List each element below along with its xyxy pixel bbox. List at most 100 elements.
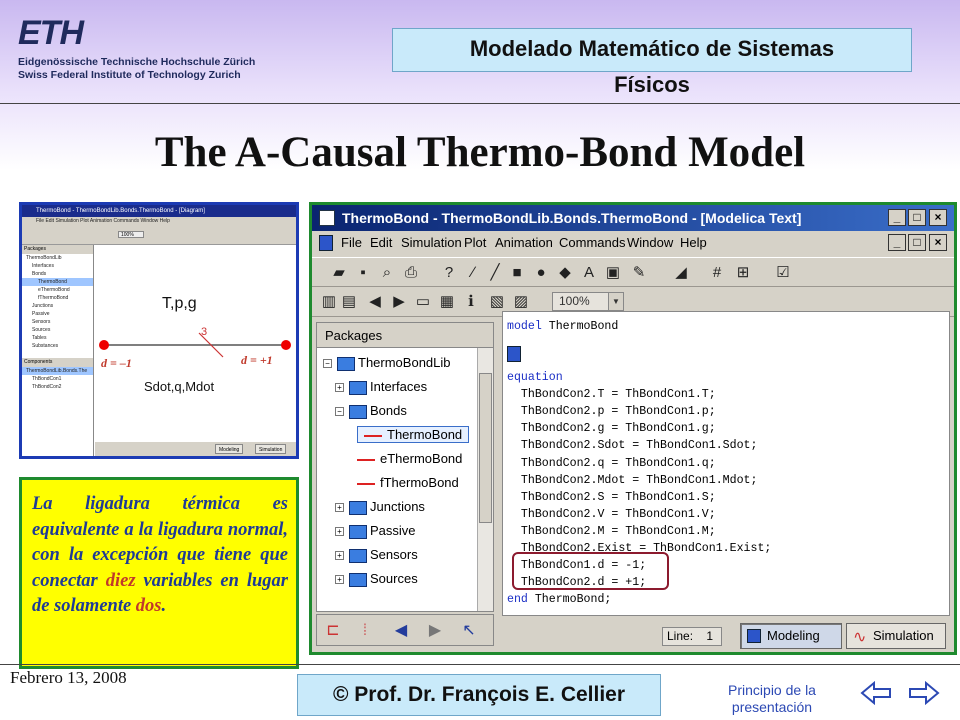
tree-item-passive[interactable]: + Passive [335,519,416,543]
equation-layer-icon[interactable]: ▨ [512,293,530,311]
print-icon[interactable]: ⎙ [402,264,420,282]
collapse-icon[interactable]: − [323,359,332,368]
navigation-arrows [860,681,940,705]
menu-simulation[interactable]: Simulation [401,231,462,255]
whats-this-icon[interactable]: ? [440,264,458,282]
polyline-tool-icon[interactable]: ╱ [486,264,504,282]
tree-item-sensors[interactable]: + Sensors [335,543,418,567]
menu-commands[interactable]: Commands [559,231,625,255]
find-icon[interactable]: ⌕ [378,264,396,282]
line-color-icon[interactable]: ✎ [630,264,648,282]
tree-item-bonds[interactable]: − Bonds [335,399,407,423]
expand-icon[interactable]: + [335,551,344,560]
expand-icon[interactable]: + [335,503,344,512]
tree-item-thermobondlib[interactable]: − ThermoBondLib [323,351,451,375]
menu-help[interactable]: Help [680,231,707,255]
tree-item-interfaces[interactable]: + Interfaces [335,375,427,399]
tree-item-thermobond[interactable]: ThermoBond [357,423,470,447]
diagram-tree-item[interactable]: Tables [22,334,93,342]
diagram-component-item[interactable]: ThBondCon1 [22,375,93,383]
tree-item-ethermobond[interactable]: eThermoBond [357,447,462,471]
forward-arrow-icon[interactable]: ▶ [425,621,445,641]
maximize-icon[interactable]: □ [908,209,926,226]
tree-item-fthermobond[interactable]: fThermoBond [357,471,459,495]
menu-animation[interactable]: Animation [495,231,553,255]
minimize-icon[interactable]: _ [888,209,906,226]
expand-icon[interactable]: + [335,383,344,392]
connect-mode-icon[interactable]: ⊞ [734,264,752,282]
expand-icon[interactable]: + [335,575,344,584]
open-folder-icon[interactable]: ▰ [330,264,348,282]
main-menu-bar: File Edit Simulation Plot Animation Comm… [312,231,954,255]
package-scrollbar[interactable] [477,348,493,611]
component-grid-icon[interactable]: ⁞ [355,621,375,641]
back-arrow-icon[interactable]: ◀ [366,293,384,311]
code-line: end ThermoBond; [507,593,612,607]
diagram-tree-item[interactable]: Substances [22,342,93,350]
collapse-icon[interactable]: − [335,407,344,416]
library-icon[interactable]: ▥ [320,293,338,311]
hierarchy-icon[interactable]: ⊏ [323,621,343,641]
new-model-icon[interactable]: ▤ [340,293,358,311]
diagram-tree-item[interactable]: eThermoBond [22,286,93,294]
tree-item-sources[interactable]: + Sources [335,567,418,591]
modeling-mode-button[interactable]: Modeling [740,623,842,649]
grid-icon[interactable]: # [708,264,726,282]
diagram-tree-item[interactable]: Sensors [22,318,93,326]
back-arrow-icon[interactable]: ◀ [391,621,411,641]
previous-arrow-icon[interactable] [860,681,891,705]
menu-window[interactable]: Window [627,231,673,255]
ellipse-tool-icon[interactable]: ● [532,264,550,282]
diagram-window-title: ThermoBond - ThermoBondLib.Bonds.ThermoB… [22,205,296,217]
diagram-tree-item[interactable]: Bonds [22,270,93,278]
line-tool-icon[interactable]: ∕ [464,264,482,282]
pointer-icon[interactable]: ↖ [459,621,479,641]
icon-layer-icon[interactable]: ▭ [414,293,432,311]
bitmap-tool-icon[interactable]: ▣ [604,264,622,282]
text-tool-icon[interactable]: A [580,264,598,282]
diagram-tree-item[interactable]: Junctions [22,302,93,310]
diagram-tree-item[interactable]: Sources [22,326,93,334]
next-arrow-icon[interactable] [909,681,940,705]
diagram-component-item[interactable]: ThermoBondLib.Bonds.The [22,367,93,375]
close-icon[interactable]: × [929,209,947,226]
diagram-simulation-button[interactable]: Simulation [255,444,287,454]
code-line: equation [507,371,563,385]
menu-plot[interactable]: Plot [464,231,486,255]
line-indicator: Line: 1 [662,627,722,646]
diagram-tree-item[interactable]: Interfaces [22,262,93,270]
menu-edit[interactable]: Edit [370,231,392,255]
modeling-icon [747,629,761,643]
polygon-tool-icon[interactable]: ◆ [556,264,574,282]
menu-file[interactable]: File [341,231,362,255]
doc-restore-icon[interactable]: □ [908,234,926,251]
check-icon[interactable]: ☑ [774,264,792,282]
diagram-tree-item[interactable]: ThermoBondLib [22,254,93,262]
home-link[interactable]: Principio de la presentación [702,682,842,716]
scrollbar-thumb[interactable] [479,373,492,523]
expand-icon[interactable]: + [335,527,344,536]
right-connector[interactable] [281,340,291,350]
course-title-line-1: Modelado Matemático de Sistemas [469,36,835,61]
diagram-tree-item[interactable]: fThermoBond [22,294,93,302]
forward-arrow-icon[interactable]: ▶ [390,293,408,311]
tree-item-junctions[interactable]: + Junctions [335,495,425,519]
doc-minimize-icon[interactable]: _ [888,234,906,251]
save-icon[interactable]: ▪ [354,264,372,282]
diagram-tree-item[interactable]: ThermoBond [22,278,93,286]
text-layer-icon[interactable]: ▧ [488,293,506,311]
diagram-component-item[interactable]: ThBondCon2 [22,383,93,391]
diagram-layer-icon[interactable]: ▦ [438,293,456,311]
simulation-mode-button[interactable]: ∿ Simulation [846,623,946,649]
left-connector[interactable] [99,340,109,350]
zoom-select[interactable]: 100% ▼ [552,292,624,311]
diagram-modeling-button[interactable]: Modeling [215,444,244,454]
chevron-down-icon[interactable]: ▼ [608,293,623,310]
bond-icon [364,434,382,437]
rectangle-tool-icon[interactable]: ■ [508,264,526,282]
info-icon[interactable]: ℹ [462,293,480,311]
diagram-tree-item[interactable]: Passive [22,310,93,318]
fill-color-icon[interactable]: ◢ [672,264,690,282]
diagram-screenshot: ThermoBond - ThermoBondLib.Bonds.ThermoB… [19,202,299,459]
doc-close-icon[interactable]: × [929,234,947,251]
